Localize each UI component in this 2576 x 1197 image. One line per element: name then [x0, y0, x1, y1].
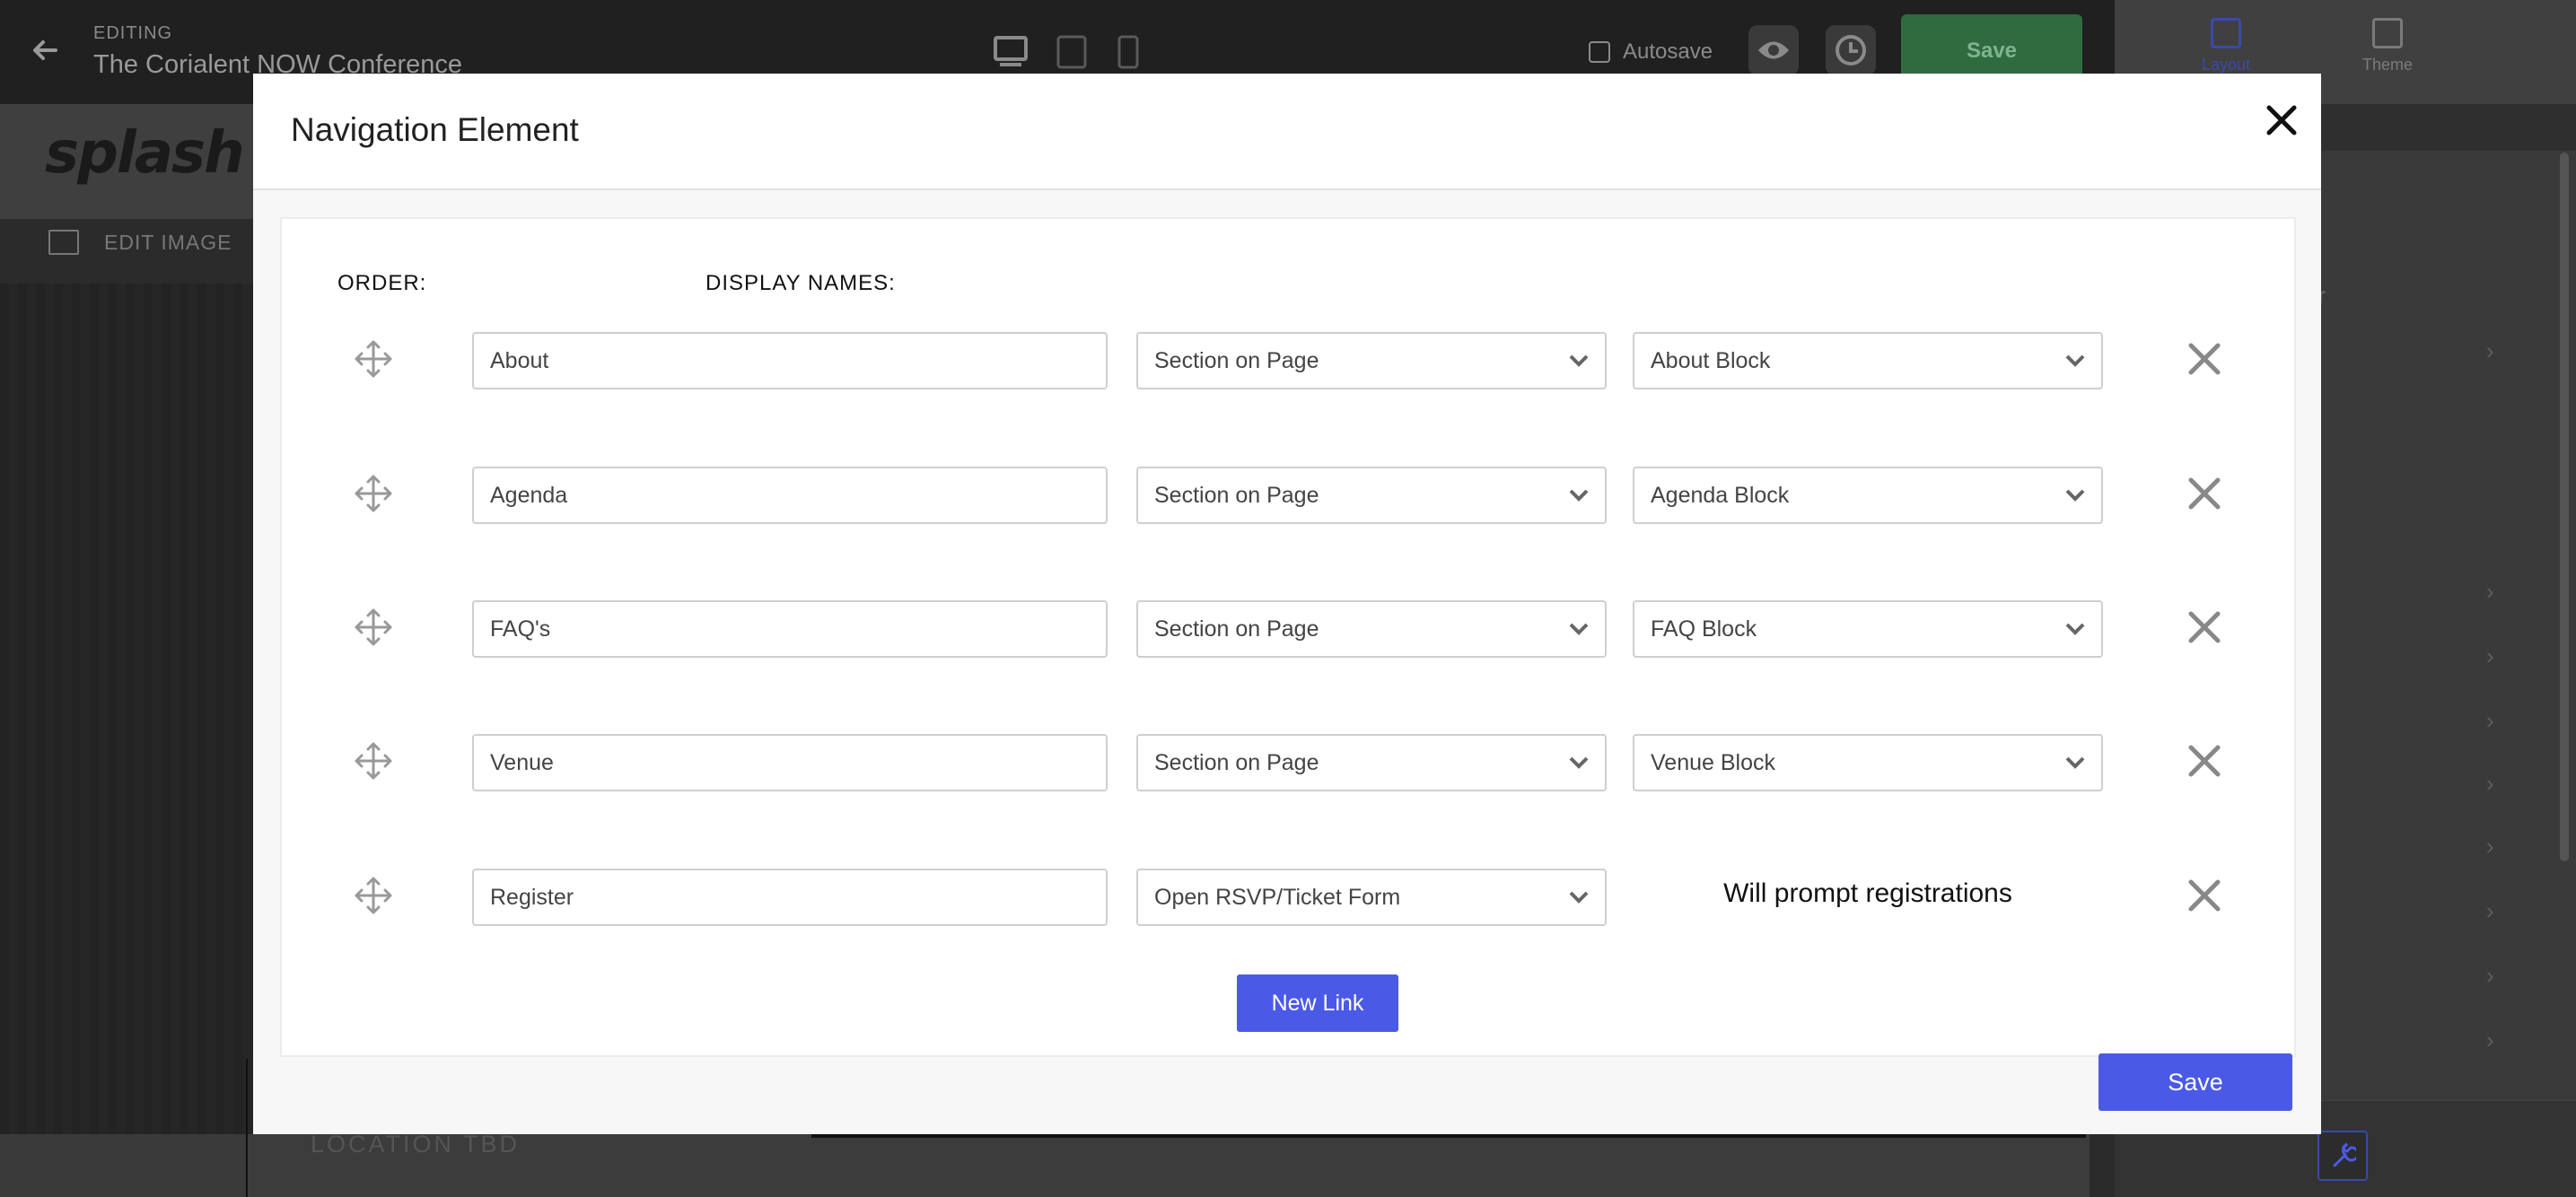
- chevron-down-icon: [1569, 891, 1589, 904]
- nav-link-row: Section on Page FAQ Block: [282, 600, 2298, 658]
- chevron-right-icon[interactable]: ›: [2486, 833, 2494, 861]
- autosave-checkbox[interactable]: [1589, 41, 1610, 63]
- tablet-icon[interactable]: [1054, 34, 1090, 70]
- nav-link-row: Open RSVP/Ticket Form Will prompt regist…: [282, 869, 2298, 926]
- move-icon[interactable]: [354, 876, 393, 915]
- right-panel-scrollbar[interactable]: [2560, 153, 2569, 861]
- display-name-input[interactable]: [472, 600, 1108, 658]
- link-target-value: Venue Block: [1651, 749, 1775, 775]
- chevron-right-icon[interactable]: ›: [2486, 1027, 2494, 1054]
- chevron-down-icon: [1569, 756, 1589, 769]
- display-names-header: DISPLAY NAMES:: [705, 271, 896, 295]
- tab-theme-label: Theme: [2361, 56, 2414, 74]
- remove-icon[interactable]: [2186, 341, 2222, 377]
- display-name-input[interactable]: [472, 869, 1108, 926]
- display-name-input[interactable]: [472, 467, 1108, 524]
- brand-logo: splash: [45, 120, 245, 187]
- chevron-right-icon[interactable]: ›: [2486, 337, 2494, 365]
- move-icon[interactable]: [354, 339, 393, 379]
- display-name-input[interactable]: [472, 332, 1108, 389]
- link-type-select[interactable]: Open RSVP/Ticket Form: [1136, 869, 1607, 926]
- desktop-icon[interactable]: [993, 34, 1029, 70]
- link-target-select[interactable]: FAQ Block: [1633, 600, 2103, 658]
- chevron-right-icon[interactable]: ›: [2486, 578, 2494, 606]
- chevron-down-icon: [1569, 354, 1589, 367]
- link-target-select[interactable]: About Block: [1633, 332, 2103, 389]
- editing-label: EDITING: [93, 23, 173, 43]
- remove-icon[interactable]: [2186, 476, 2222, 511]
- layout-icon: [2211, 18, 2241, 48]
- tools-button[interactable]: [2318, 1131, 2368, 1181]
- nav-link-row: Section on Page Venue Block: [282, 734, 2298, 791]
- location-text: LOCATION TBD: [311, 1131, 521, 1158]
- link-type-select[interactable]: Section on Page: [1136, 600, 1607, 658]
- modal-save-button[interactable]: Save: [2098, 1053, 2292, 1111]
- autosave-label: Autosave: [1623, 39, 1713, 64]
- canvas-frame-line: [246, 1059, 248, 1197]
- link-target-value: Agenda Block: [1651, 482, 1790, 508]
- theme-icon: [2372, 18, 2403, 48]
- page-canvas: [0, 284, 253, 1140]
- link-target-select[interactable]: Venue Block: [1633, 734, 2103, 791]
- link-type-value: Section on Page: [1154, 482, 1319, 508]
- modal-title: Navigation Element: [291, 111, 579, 148]
- history-icon: [1836, 35, 1866, 66]
- chevron-down-icon: [2065, 489, 2085, 502]
- eye-icon: [1758, 41, 1789, 59]
- page-canvas-bottom-left: [0, 1134, 246, 1197]
- registration-note: Will prompt registrations: [1723, 878, 2012, 908]
- link-target-value: About Block: [1651, 347, 1771, 373]
- link-type-select[interactable]: Section on Page: [1136, 734, 1607, 791]
- link-type-value: Section on Page: [1154, 347, 1319, 373]
- preview-button[interactable]: [1748, 25, 1799, 75]
- chevron-right-icon[interactable]: ›: [2486, 962, 2494, 990]
- image-icon: [48, 230, 79, 255]
- link-type-value: Section on Page: [1154, 749, 1319, 775]
- nav-link-row: Section on Page Agenda Block: [282, 467, 2298, 524]
- link-type-select[interactable]: Section on Page: [1136, 332, 1607, 389]
- remove-icon[interactable]: [2186, 743, 2222, 779]
- display-name-input[interactable]: [472, 734, 1108, 791]
- modal-header: Navigation Element: [253, 74, 2321, 190]
- chevron-right-icon[interactable]: ›: [2486, 707, 2494, 735]
- link-type-value: Section on Page: [1154, 616, 1319, 642]
- link-type-value: Open RSVP/Ticket Form: [1154, 884, 1401, 910]
- autosave-toggle[interactable]: Autosave: [1589, 39, 1713, 65]
- nav-link-row: Section on Page About Block: [282, 332, 2298, 389]
- remove-icon[interactable]: [2186, 878, 2222, 913]
- history-button[interactable]: [1826, 25, 1876, 75]
- chevron-right-icon[interactable]: ›: [2486, 897, 2494, 925]
- new-link-button[interactable]: New Link: [1237, 974, 1398, 1032]
- wrench-icon: [2333, 1142, 2356, 1167]
- chevron-down-icon: [1569, 623, 1589, 635]
- navigation-links-panel: ORDER: DISPLAY NAMES: Section on Page Ab…: [280, 217, 2296, 1057]
- move-icon[interactable]: [354, 474, 393, 513]
- tab-layout-label: Layout: [2201, 56, 2251, 74]
- chevron-right-icon[interactable]: ›: [2486, 770, 2494, 798]
- move-icon[interactable]: [354, 741, 393, 781]
- chevron-down-icon: [2065, 623, 2085, 635]
- back-arrow-icon[interactable]: [27, 32, 63, 68]
- link-target-value: FAQ Block: [1651, 616, 1757, 642]
- link-type-select[interactable]: Section on Page: [1136, 467, 1607, 524]
- chevron-down-icon: [1569, 489, 1589, 502]
- close-icon[interactable]: [2262, 100, 2301, 140]
- tab-theme[interactable]: Theme: [2316, 11, 2459, 74]
- edit-image-button[interactable]: EDIT IMAGE: [48, 230, 232, 255]
- tab-layout[interactable]: Layout: [2154, 11, 2298, 74]
- chevron-down-icon: [2065, 354, 2085, 367]
- remove-icon[interactable]: [2186, 609, 2222, 645]
- edit-image-label: EDIT IMAGE: [104, 230, 232, 254]
- chevron-down-icon: [2065, 756, 2085, 769]
- navigation-element-modal: Navigation Element ORDER: DISPLAY NAMES:…: [253, 74, 2321, 1134]
- link-target-select[interactable]: Agenda Block: [1633, 467, 2103, 524]
- mobile-icon[interactable]: [1115, 34, 1142, 70]
- move-icon[interactable]: [354, 607, 393, 647]
- chevron-right-icon[interactable]: ›: [2486, 642, 2494, 670]
- order-header: ORDER:: [337, 271, 427, 295]
